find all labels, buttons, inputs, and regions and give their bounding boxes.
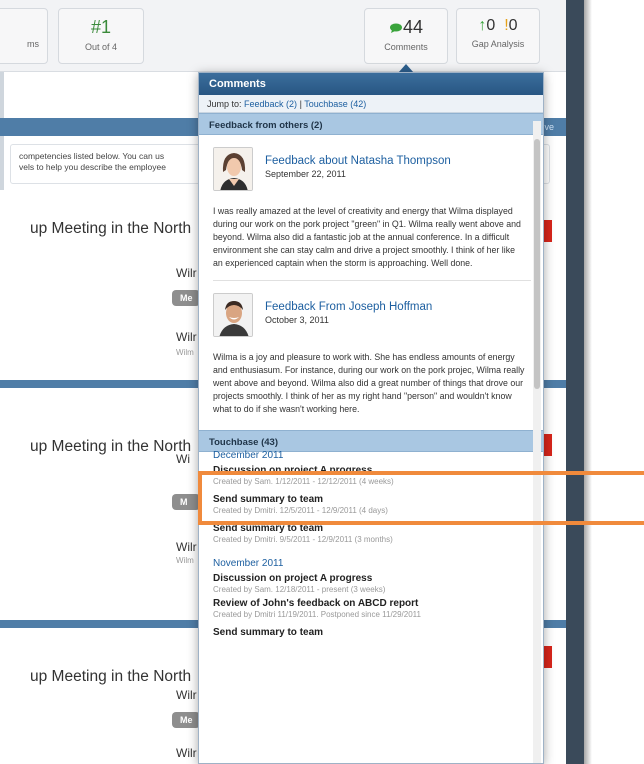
touchbase-title: Send summary to team [213, 523, 324, 534]
rank-value: #1 [90, 17, 112, 37]
jump-label: Jump to: [207, 99, 242, 109]
feedback-item-header: Feedback From Joseph Hoffman October 3, … [213, 293, 529, 341]
feedback-text: Wilma is a joy and pleasure to work with… [213, 352, 525, 414]
meeting-title: up Meeting in the North [30, 220, 192, 237]
meeting-name: Wilr [176, 266, 197, 280]
meeting-title: up Meeting in the North [30, 668, 192, 685]
rank-card[interactable]: #1 Out of 4 [58, 8, 144, 64]
comments-card[interactable]: 44 Comments [364, 8, 448, 64]
feedback-item: Feedback From Joseph Hoffman October 3, … [199, 281, 543, 416]
touchbase-title: Send summary to team [213, 494, 324, 505]
touchbase-title: Review of John's feedback on ABCD report [213, 598, 419, 609]
feedback-title[interactable]: Feedback From Joseph Hoffman [265, 301, 432, 313]
meeting-sub: Wilm [176, 556, 194, 565]
rank-label: Out of 4 [84, 42, 118, 52]
avatar [213, 293, 253, 337]
meeting-name-2: Wilr [176, 540, 197, 554]
gap-label: Gap Analysis [471, 39, 525, 49]
touchbase-section-header: Touchbase (43) [199, 430, 543, 452]
feedback-item-header: Feedback about Natasha Thompson Septembe… [213, 147, 529, 195]
meeting-sub: Wilm [176, 348, 194, 357]
touchbase-item[interactable]: Send summary to team [199, 627, 543, 638]
month-label: November 2011 [213, 558, 284, 569]
touchbase-meta: Created by Dmitri 11/19/2011. Postponed … [213, 610, 421, 619]
comments-count-row: 44 [365, 17, 447, 38]
touchbase-item[interactable]: Discussion on project A progress Created… [199, 465, 543, 486]
feedback-meta: Feedback about Natasha Thompson Septembe… [265, 155, 451, 179]
comments-label: Comments [384, 42, 428, 52]
comments-count: 44 [402, 17, 424, 37]
popover-title: Comments [199, 73, 543, 95]
month-label: December 2011 [213, 450, 284, 461]
meeting-pill[interactable]: Me [172, 290, 200, 306]
band-link[interactable]: ve [544, 122, 554, 132]
meeting-name: Wilr [176, 688, 197, 702]
feedback-item: Feedback about Natasha Thompson Septembe… [199, 135, 543, 281]
jump-to-bar: Jump to: Feedback (2) | Touchbase (42) [199, 95, 543, 113]
touchbase-item[interactable]: Send summary to team Created by Dmitri. … [199, 494, 543, 515]
avatar [213, 147, 253, 191]
jump-feedback-link[interactable]: Feedback (2) [244, 99, 297, 109]
touchbase-item[interactable]: Review of John's feedback on ABCD report… [199, 598, 543, 619]
touchbase-title: Discussion on project A progress [213, 465, 373, 476]
right-rail [566, 0, 592, 764]
gap-up-count: 0 [486, 17, 496, 34]
touchbase-item[interactable]: Discussion on project A progress Created… [199, 573, 543, 594]
touchbase-item[interactable]: Send summary to team Created by Dmitri. … [199, 523, 543, 544]
meeting-name: Wi [176, 452, 190, 466]
meeting-pill[interactable]: Me [172, 712, 200, 728]
avatar-woman-icon [214, 148, 252, 190]
touchbase-meta: Created by Sam. 12/18/2011 - present (3 … [213, 585, 386, 594]
gap-values: ↑0 !0 [457, 17, 539, 35]
touchbase-meta: Created by Sam. 1/12/2011 - 12/12/2011 (… [213, 477, 394, 486]
meeting-name-2: Wilr [176, 330, 197, 344]
touchbase-meta: Created by Dmitri. 12/5/2011 - 12/9/2011… [213, 506, 388, 515]
popover-scroll-thumb[interactable] [534, 139, 540, 389]
meeting-pill[interactable]: M [172, 494, 200, 510]
touchbase-title: Discussion on project A progress [213, 573, 373, 584]
jump-touchbase-link[interactable]: Touchbase (42) [304, 99, 366, 109]
feedback-title[interactable]: Feedback about Natasha Thompson [265, 155, 451, 167]
partial-stat-label: ms [27, 39, 39, 49]
comments-popover: Comments Jump to: Feedback (2) | Touchba… [198, 72, 544, 764]
gap-analysis-card[interactable]: ↑0 !0 Gap Analysis [456, 8, 540, 64]
meeting-name-2: Wilr [176, 746, 197, 760]
partial-stat-card[interactable]: ms [0, 8, 48, 64]
feedback-meta: Feedback From Joseph Hoffman October 3, … [265, 301, 432, 325]
feedback-date: October 3, 2011 [265, 315, 329, 325]
feedback-date: September 22, 2011 [265, 169, 346, 179]
popover-body[interactable]: Feedback from others (2) Feedback about … [199, 113, 543, 763]
feedback-text: I was really amazed at the level of crea… [213, 206, 521, 268]
comment-bubble-icon [389, 23, 402, 34]
jump-separator: | [299, 99, 302, 109]
feedback-section-header: Feedback from others (2) [199, 113, 543, 135]
avatar-man-icon [214, 294, 252, 336]
stats-bar: ms #1 Out of 4 44 Comments ↑0 !0 Gap Ana… [0, 0, 566, 72]
gap-warn-count: 0 [508, 17, 518, 34]
touchbase-title: Send summary to team [213, 627, 324, 638]
meeting-title: up Meeting in the North [30, 438, 192, 455]
touchbase-meta: Created by Dmitri. 9/5/2011 - 12/9/2011 … [213, 535, 393, 544]
